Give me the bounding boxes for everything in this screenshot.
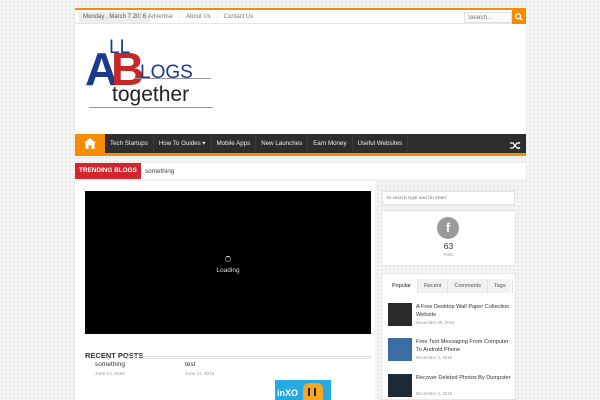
popular-post-title[interactable]: Free Text Messaging From Computer To And… [416, 338, 512, 354]
popular-post-item[interactable]: A Free Desktop Wall Paper Collection Web… [388, 303, 513, 329]
facebook-fan-count: 63 [443, 241, 454, 251]
tab-comments[interactable]: Comments [448, 279, 488, 293]
tab-popular[interactable]: Popular [386, 279, 418, 293]
popular-post-thumbnail[interactable] [388, 374, 412, 397]
popular-post-title[interactable]: A Free Desktop Wall Paper Collection Web… [416, 303, 512, 319]
popular-post-thumbnail[interactable] [388, 303, 412, 326]
facebook-fans-label: Fans [443, 252, 454, 257]
widget-tabs: Popular Recent Comments Tags [386, 279, 513, 293]
facebook-widget: f 63 Fans [381, 210, 516, 266]
popular-post-title[interactable]: Recover Deleted Photos By Dumpster [416, 374, 512, 382]
sidebar-region: f 63 Fans Popular Recent Comments Tags A… [75, 0, 526, 400]
popular-post-item[interactable]: Free Text Messaging From Computer To And… [388, 338, 513, 364]
sidebar-search-input[interactable] [382, 191, 515, 205]
popular-post-date: November 20, 2015 [416, 320, 455, 325]
tab-recent[interactable]: Recent [418, 279, 449, 293]
popular-post-date: December 2, 2015 [416, 391, 453, 396]
tabbed-widget: Popular Recent Comments Tags A Free Desk… [381, 273, 516, 400]
popular-post-date: December 2, 2015 [416, 355, 453, 360]
popular-post-thumbnail[interactable] [388, 338, 412, 361]
popular-post-item[interactable]: Recover Deleted Photos By Dumpster Decem… [388, 374, 513, 400]
tab-tags[interactable]: Tags [488, 279, 513, 293]
facebook-icon[interactable]: f [437, 217, 459, 239]
